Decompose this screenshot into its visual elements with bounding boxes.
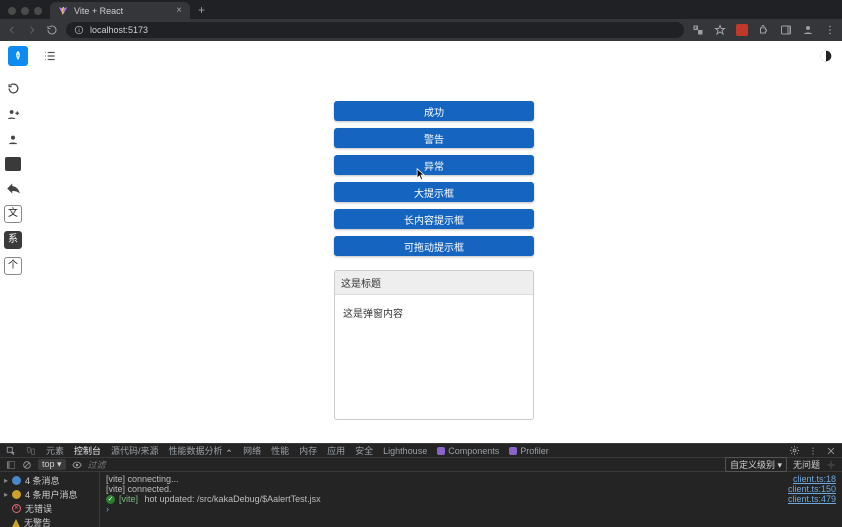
- app-viewport: 文 系 个 成功 警告 异常 大提示框 长内容提示框 可拖动提示框 这是标题 这…: [0, 41, 842, 443]
- tab-react-profiler[interactable]: Profiler: [509, 446, 549, 456]
- tab-sources[interactable]: 源代码/来源: [111, 444, 159, 457]
- rail-user-icon[interactable]: [4, 131, 22, 149]
- tab-performance[interactable]: 性能: [271, 444, 289, 457]
- tab-memory[interactable]: 内存: [299, 444, 317, 457]
- browser-tab-active[interactable]: Vite + React ×: [50, 2, 190, 19]
- btn-success[interactable]: 成功: [334, 101, 534, 121]
- log-src-2[interactable]: client.ts:150: [788, 484, 836, 494]
- theme-toggle-icon[interactable]: [818, 48, 834, 64]
- console-filter-input[interactable]: 过滤: [88, 458, 228, 471]
- site-info-icon[interactable]: [74, 25, 84, 35]
- devtools-kebab-icon[interactable]: [808, 446, 818, 456]
- console-sidebar-toggle-icon[interactable]: [6, 460, 16, 470]
- side-no-errors[interactable]: ▸无错误: [4, 502, 95, 515]
- side-no-warnings[interactable]: ▸无警告: [4, 516, 95, 527]
- side-panel-icon[interactable]: [780, 24, 792, 36]
- hmr-badge-icon: ✓: [106, 495, 115, 504]
- extensions-puzzle-icon[interactable]: [758, 24, 770, 36]
- rail-add-user-icon[interactable]: [4, 105, 22, 123]
- log-line-3a: [vite]: [119, 494, 138, 504]
- log-src-3[interactable]: client.ts:479: [788, 494, 836, 504]
- console-sidebar: ▸4 条消息 ▸4 条用户消息 ▸无错误 ▸无警告: [0, 472, 100, 527]
- browser-chrome: Vite + React × + localhost:5173: [0, 0, 842, 41]
- btn-warning[interactable]: 警告: [334, 128, 534, 148]
- toolbar-right: [692, 24, 836, 36]
- modal-panel: 这是标题 这是弹窗内容: [334, 270, 534, 420]
- tab-network[interactable]: 网络: [243, 444, 261, 457]
- main-content: 成功 警告 异常 大提示框 长内容提示框 可拖动提示框 这是标题 这是弹窗内容: [26, 41, 842, 443]
- nav-forward-icon[interactable]: [26, 24, 38, 36]
- translate-icon[interactable]: [692, 24, 704, 36]
- devtools-panel: 元素 控制台 源代码/来源 性能数据分析 网络 性能 内存 应用 安全 Ligh…: [0, 443, 842, 527]
- bookmark-icon[interactable]: [714, 24, 726, 36]
- tab-title: Vite + React: [74, 6, 123, 16]
- nav-back-icon[interactable]: [6, 24, 18, 36]
- devtools-tabs: 元素 控制台 源代码/来源 性能数据分析 网络 性能 内存 应用 安全 Ligh…: [0, 444, 842, 458]
- window-controls: [8, 7, 42, 15]
- console-issues[interactable]: 无问题: [793, 458, 820, 471]
- devtools-device-icon[interactable]: [26, 446, 36, 456]
- address-bar[interactable]: localhost:5173: [66, 22, 684, 38]
- btn-long[interactable]: 长内容提示框: [334, 209, 534, 229]
- app-header: [0, 41, 842, 71]
- tab-application[interactable]: 应用: [327, 444, 345, 457]
- log-line-2: [vite] connected.: [106, 484, 172, 494]
- rail-text-0[interactable]: 文: [4, 205, 22, 223]
- traffic-light-close[interactable]: [8, 7, 16, 15]
- console-clear-icon[interactable]: [22, 460, 32, 470]
- console-levels-select[interactable]: 自定义级别 ▾: [725, 457, 787, 472]
- tab-elements[interactable]: 元素: [46, 444, 64, 457]
- console-eye-icon[interactable]: [72, 460, 82, 470]
- modal-title: 这是标题: [335, 271, 533, 295]
- devtools-close-icon[interactable]: [826, 446, 836, 456]
- tab-strip: Vite + React × +: [0, 0, 842, 19]
- side-user-messages[interactable]: ▸4 条用户消息: [4, 488, 95, 501]
- tab-react-components[interactable]: Components: [437, 446, 499, 456]
- console-prompt-icon: ›: [106, 504, 109, 514]
- tab-lighthouse[interactable]: Lighthouse: [383, 446, 427, 456]
- profile-icon[interactable]: [802, 24, 814, 36]
- vite-favicon-icon: [58, 6, 68, 16]
- nav-reload-icon[interactable]: [46, 24, 58, 36]
- log-line-3b: hot updated: /src/kakaDebug/$AalertTest.…: [142, 494, 321, 504]
- traffic-light-min[interactable]: [21, 7, 29, 15]
- kebab-menu-icon[interactable]: [824, 24, 836, 36]
- rail-refresh-icon[interactable]: [4, 79, 22, 97]
- extension-icon[interactable]: [736, 24, 748, 36]
- console-log[interactable]: [vite] connecting... client.ts:18 [vite] …: [100, 472, 842, 527]
- log-line-1: [vite] connecting...: [106, 474, 179, 484]
- side-messages[interactable]: ▸4 条消息: [4, 474, 95, 487]
- rail-text-2[interactable]: 个: [4, 257, 22, 275]
- rail-text-1[interactable]: 系: [4, 231, 22, 249]
- devtools-inspect-icon[interactable]: [6, 446, 16, 456]
- rail-reply-icon[interactable]: [4, 179, 22, 197]
- console-context-select[interactable]: top ▾: [38, 459, 66, 470]
- url-text: localhost:5173: [90, 25, 148, 35]
- button-stack: 成功 警告 异常 大提示框 长内容提示框 可拖动提示框 这是标题 这是弹窗内容: [334, 101, 534, 443]
- app-logo-icon[interactable]: [8, 46, 28, 66]
- rail-panel-icon[interactable]: [5, 157, 21, 171]
- tab-close-icon[interactable]: ×: [176, 5, 182, 16]
- btn-large[interactable]: 大提示框: [334, 182, 534, 202]
- log-src-1[interactable]: client.ts:18: [793, 474, 836, 484]
- console-subbar: top ▾ 过滤 自定义级别 ▾ 无问题: [0, 458, 842, 472]
- left-rail: 文 系 个: [0, 41, 26, 443]
- devtools-settings-icon[interactable]: [789, 445, 800, 456]
- modal-body: 这是弹窗内容: [335, 295, 533, 330]
- tab-perf-insights[interactable]: 性能数据分析: [169, 444, 234, 457]
- browser-toolbar: localhost:5173: [0, 19, 842, 41]
- traffic-light-max[interactable]: [34, 7, 42, 15]
- btn-drag[interactable]: 可拖动提示框: [334, 236, 534, 256]
- tab-security[interactable]: 安全: [355, 444, 373, 457]
- btn-error[interactable]: 异常: [334, 155, 534, 175]
- tab-console[interactable]: 控制台: [74, 444, 101, 457]
- toc-icon[interactable]: [42, 48, 58, 64]
- new-tab-button[interactable]: +: [190, 3, 213, 19]
- console-settings-icon[interactable]: [826, 460, 836, 470]
